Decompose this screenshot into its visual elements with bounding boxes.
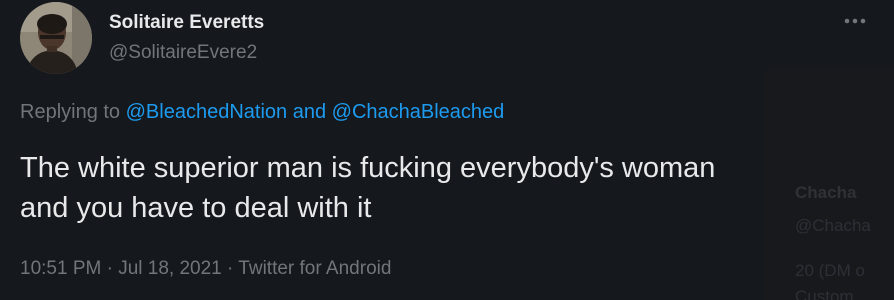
- tweet-text-line: The white superior man is fucking everyb…: [20, 152, 716, 184]
- replying-to: Replying to @BleachedNation and @ChachaB…: [20, 101, 504, 124]
- meta-separator: ·: [227, 258, 234, 279]
- tweet-text-line: and you have to deal with it: [20, 192, 372, 224]
- tweet-metadata: 10:51 PM · Jul 18, 2021 · Twitter for An…: [20, 258, 391, 280]
- author-name[interactable]: Solitaire Everetts: [109, 12, 264, 34]
- background-card-text: 20 (DM o: [795, 261, 865, 280]
- avatar[interactable]: [20, 2, 92, 74]
- replying-to-label: Replying to: [20, 101, 121, 123]
- more-options-button[interactable]: [836, 8, 874, 34]
- tweet-text: The white superior man is fucking everyb…: [20, 148, 820, 228]
- background-card-text-2: Custom: [795, 287, 854, 300]
- meta-separator: ·: [106, 258, 113, 279]
- author-handle[interactable]: @SolitaireEvere2: [109, 42, 257, 64]
- more-horizontal-icon: [844, 18, 866, 24]
- mention-link[interactable]: @BleachedNation: [126, 101, 288, 123]
- tweet-source[interactable]: Twitter for Android: [238, 258, 391, 279]
- mention-link[interactable]: @ChachaBleached: [332, 101, 505, 123]
- tweet-card: Chacha @Chacha 20 (DM o Custom Solitaire…: [0, 0, 894, 300]
- mention-conjunction[interactable]: and: [293, 101, 326, 123]
- tweet-time[interactable]: 10:51 PM: [20, 258, 101, 279]
- tweet-date[interactable]: Jul 18, 2021: [118, 258, 222, 279]
- avatar-image: [20, 2, 92, 74]
